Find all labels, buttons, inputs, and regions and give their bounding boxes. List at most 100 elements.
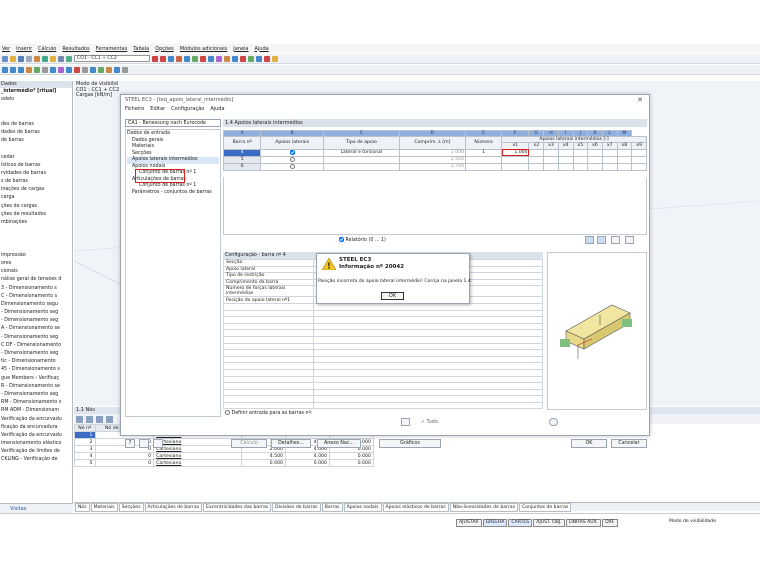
x-cell[interactable] bbox=[543, 155, 559, 164]
apoio-checkbox[interactable] bbox=[289, 156, 295, 162]
navigator-item[interactable] bbox=[0, 235, 72, 243]
table-row[interactable]: 5 0 Cartesiano 0.000 0.000 0.000 bbox=[74, 459, 374, 467]
tipo-cell[interactable]: Lateral e torsional bbox=[322, 148, 400, 157]
save-icon[interactable] bbox=[18, 55, 24, 62]
navigator-item[interactable]: - Dimensionamento seg bbox=[0, 309, 72, 317]
x-cell[interactable] bbox=[572, 162, 589, 171]
support-icon[interactable] bbox=[192, 55, 198, 62]
import-icon[interactable] bbox=[597, 236, 606, 244]
x-cell[interactable] bbox=[631, 148, 647, 157]
export-tool-icon[interactable] bbox=[96, 415, 103, 423]
navigator-item[interactable]: ísticos de barras bbox=[0, 162, 72, 170]
apoio-cell[interactable] bbox=[260, 155, 324, 164]
ok-button[interactable]: OK bbox=[571, 439, 607, 448]
filter-icon[interactable] bbox=[58, 66, 64, 73]
select-icon[interactable] bbox=[240, 55, 246, 62]
table-tab[interactable]: Apoios nodais bbox=[343, 502, 382, 512]
menu-janela[interactable]: Janela bbox=[233, 46, 248, 52]
row-number[interactable]: 5 bbox=[222, 155, 262, 164]
calculo-button[interactable]: Cálculo bbox=[231, 439, 267, 448]
navigator-item[interactable]: Verificação da encurvadu bbox=[0, 416, 72, 424]
grid-icon[interactable] bbox=[248, 55, 254, 62]
table-cell[interactable]: 1 bbox=[74, 431, 96, 439]
tudo-checkbox[interactable]: ✓ Tudo bbox=[421, 420, 438, 425]
navigator-item[interactable]: ções de cargas bbox=[0, 203, 72, 211]
table-tab[interactable]: Barras bbox=[321, 502, 343, 512]
open-icon[interactable] bbox=[10, 55, 16, 62]
navigator-item[interactable]: A - Dimensionamento se bbox=[0, 325, 72, 333]
light-icon[interactable] bbox=[272, 55, 278, 62]
navigator-item[interactable]: rvidades de barras bbox=[0, 170, 72, 178]
navigator-item[interactable]: RM ADM - Dimensionam bbox=[0, 407, 72, 415]
snap-icon[interactable] bbox=[74, 66, 80, 73]
navigator-item[interactable]: C - Dimensionamento s bbox=[0, 293, 72, 301]
filter-tool-icon[interactable] bbox=[86, 415, 93, 423]
table-row[interactable]: 4 0 Cartesiano 4.500 4.000 0.000 bbox=[74, 452, 374, 460]
anexo-button[interactable]: Anexo Nac... bbox=[317, 439, 361, 448]
definir-check[interactable] bbox=[225, 410, 230, 415]
render-icon[interactable] bbox=[34, 66, 40, 73]
pan-icon[interactable] bbox=[264, 55, 270, 62]
navigator-item[interactable]: C DF - Dimensionamento bbox=[0, 342, 72, 350]
x-cell[interactable] bbox=[528, 162, 545, 171]
table-cell[interactable]: 4 bbox=[74, 452, 96, 460]
print-button[interactable] bbox=[153, 439, 163, 448]
filter-icon-btn[interactable] bbox=[611, 236, 620, 244]
navigator-item[interactable]: Verificação da encurvadu bbox=[0, 432, 72, 440]
menu-tabela[interactable]: Tabela bbox=[133, 46, 149, 52]
x1-cell[interactable]: 1.000 bbox=[501, 148, 530, 157]
dialog-menu-editar[interactable]: Editar bbox=[150, 106, 165, 112]
new-icon[interactable] bbox=[2, 55, 8, 62]
navigator-item[interactable]: dades de barras bbox=[0, 129, 72, 137]
navigator-item[interactable]: RM - Dimensionamento s bbox=[0, 399, 72, 407]
row-number[interactable]: 6 bbox=[222, 162, 262, 171]
info-icon[interactable] bbox=[549, 418, 558, 426]
navigator-item[interactable]: - Dimensionamento seg bbox=[0, 391, 72, 399]
status-toggle[interactable]: DXF bbox=[602, 519, 618, 527]
x-cell[interactable] bbox=[616, 162, 633, 171]
navigator-item[interactable]: imensionamento elástico bbox=[0, 440, 72, 448]
table-tab[interactable]: Divisões de barras bbox=[272, 502, 321, 512]
x-cell[interactable] bbox=[587, 148, 603, 157]
view-x-icon[interactable] bbox=[2, 66, 8, 73]
help-button[interactable]: ? bbox=[125, 439, 135, 448]
navigator-footer[interactable]: Visitas bbox=[0, 503, 73, 513]
menu-ajuda[interactable]: Ajuda bbox=[254, 46, 268, 52]
navigator-item[interactable]: tic - Dimensionamento bbox=[0, 358, 72, 366]
status-toggle[interactable]: CARTES bbox=[508, 519, 533, 527]
text-icon[interactable] bbox=[90, 66, 96, 73]
mirror-icon[interactable] bbox=[106, 66, 112, 73]
navigator-item[interactable]: - Dimensionamento seg bbox=[0, 317, 72, 325]
navigator-item[interactable]: odelo bbox=[0, 96, 72, 104]
menu-inserir[interactable]: Inserir bbox=[16, 46, 32, 52]
navigator-item[interactable]: gue Members - Verificaç bbox=[0, 375, 72, 383]
x-cell[interactable] bbox=[528, 148, 545, 157]
x-cell[interactable] bbox=[616, 155, 633, 164]
navigator-item[interactable]: cedar bbox=[0, 154, 72, 162]
table-cell[interactable]: Cartesiano bbox=[153, 452, 243, 460]
table-cell[interactable]: 3 bbox=[74, 445, 96, 453]
export-button[interactable] bbox=[139, 439, 149, 448]
x-cell[interactable] bbox=[543, 148, 559, 157]
x-cell[interactable] bbox=[557, 162, 574, 171]
rotate-icon[interactable] bbox=[232, 55, 238, 62]
table-cell[interactable]: 5 bbox=[74, 459, 96, 467]
display-icon[interactable] bbox=[208, 55, 214, 62]
navigator-item[interactable] bbox=[0, 145, 72, 153]
copy-icon[interactable] bbox=[98, 66, 104, 73]
table-tab[interactable]: Articulações de barras bbox=[144, 502, 203, 512]
view-icon-btn[interactable] bbox=[625, 236, 634, 244]
dialog-menu-ficheiro[interactable]: Ficheiro bbox=[125, 106, 144, 112]
apoio-checkbox[interactable] bbox=[289, 149, 295, 155]
numero-cell[interactable]: 1 bbox=[465, 148, 503, 157]
grid-row[interactable]: 6 2.700 bbox=[222, 162, 647, 171]
table-cell[interactable]: 0.000 bbox=[241, 459, 287, 467]
load-icon[interactable] bbox=[200, 55, 206, 62]
x-cell[interactable] bbox=[616, 148, 633, 157]
measure-icon[interactable] bbox=[66, 66, 72, 73]
navigator-item[interactable] bbox=[0, 104, 72, 112]
navigator-item[interactable]: carga bbox=[0, 194, 72, 202]
detalhes-button[interactable]: Detalhes... bbox=[271, 439, 311, 448]
navigator-item[interactable]: s de barras bbox=[0, 178, 72, 186]
folder-icon[interactable] bbox=[50, 55, 56, 62]
